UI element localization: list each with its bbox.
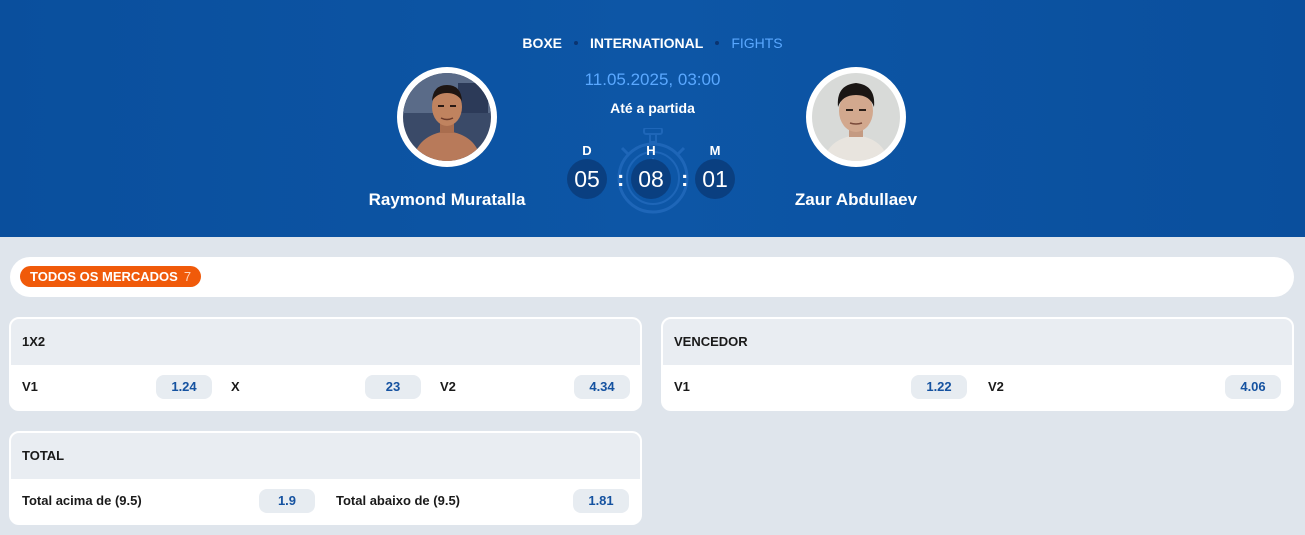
odd-button[interactable]: 4.34 xyxy=(574,375,630,399)
market-title[interactable]: VENCEDOR xyxy=(663,319,1292,365)
selection-v2[interactable]: V2 4.06 xyxy=(988,365,1283,409)
market-selections: V1 1.22 V2 4.06 xyxy=(663,365,1292,409)
countdown-minutes: M 01 xyxy=(695,128,735,199)
all-markets-label: TODOS OS MERCADOS xyxy=(30,269,178,284)
market-title[interactable]: 1X2 xyxy=(11,319,640,365)
odd-button[interactable]: 4.06 xyxy=(1225,375,1281,399)
selection-label: Total acima de (9.5) xyxy=(22,493,142,508)
all-markets-tab[interactable]: TODOS OS MERCADOS 7 xyxy=(20,266,202,287)
selection-v1[interactable]: V1 1.22 xyxy=(674,365,969,409)
minutes-label: M xyxy=(709,143,721,158)
odd-button[interactable]: 23 xyxy=(365,375,421,399)
event-date: 11.05.2025, 03:00 xyxy=(584,70,721,89)
days-value: 05 xyxy=(567,159,607,199)
selection-v1[interactable]: V1 1.24 xyxy=(22,365,212,409)
selection-label: V2 xyxy=(988,379,1004,394)
selection-v2[interactable]: V2 4.34 xyxy=(440,365,630,409)
odd-button[interactable]: 1.9 xyxy=(259,489,315,513)
hours-value: 08 xyxy=(631,159,671,199)
breadcrumb-league[interactable]: FIGHTS xyxy=(731,35,782,51)
market-title[interactable]: TOTAL xyxy=(11,433,640,479)
minutes-value: 01 xyxy=(695,159,735,199)
selection-label: V1 xyxy=(674,379,690,394)
odd-button[interactable]: 1.81 xyxy=(573,489,629,513)
countdown-caption: Até a partida xyxy=(610,100,695,116)
countdown-days: D 05 xyxy=(567,128,607,199)
breadcrumb-separator xyxy=(574,41,579,46)
selection-label: Total abaixo de (9.5) xyxy=(336,493,461,508)
away-fighter-name[interactable]: Zaur Abdullaev xyxy=(736,190,976,210)
market-selections: V1 1.24 X 23 V2 4.34 xyxy=(11,365,640,409)
odd-button[interactable]: 1.22 xyxy=(911,375,967,399)
breadcrumb-sport[interactable]: BOXE xyxy=(522,35,562,51)
odd-button[interactable]: 1.24 xyxy=(156,375,212,399)
countdown-separator: : xyxy=(617,166,625,191)
hours-label: H xyxy=(646,143,656,158)
countdown-timer: D 05 : H 08 : M 01 xyxy=(566,128,740,218)
countdown-separator: : xyxy=(681,166,689,191)
markets-count-badge: 7 xyxy=(183,269,192,284)
breadcrumb-country[interactable]: INTERNATIONAL xyxy=(590,35,703,51)
countdown-hours: H 08 xyxy=(631,128,671,199)
selection-label: V1 xyxy=(22,379,38,394)
market-card-total: TOTAL Total acima de (9.5) 1.9 Total aba… xyxy=(9,431,642,525)
selection-x[interactable]: X 23 xyxy=(231,365,421,409)
market-selections: Total acima de (9.5) 1.9 Total abaixo de… xyxy=(11,479,640,523)
selection-under[interactable]: Total abaixo de (9.5) 1.81 xyxy=(336,479,631,523)
event-header: BOXE INTERNATIONAL FIGHTS Raymond Muratall… xyxy=(0,0,1305,237)
home-fighter-name[interactable]: Raymond Muratalla xyxy=(327,190,567,210)
days-label: D xyxy=(582,143,592,158)
market-card-1x2: 1X2 V1 1.24 X 23 V2 4.34 xyxy=(9,317,642,411)
selection-over[interactable]: Total acima de (9.5) 1.9 xyxy=(22,479,317,523)
market-filter-bar: TODOS OS MERCADOS 7 xyxy=(10,257,1294,297)
selection-label: V2 xyxy=(440,379,456,394)
selection-label: X xyxy=(231,379,240,394)
market-card-winner: VENCEDOR V1 1.22 V2 4.06 xyxy=(661,317,1294,411)
breadcrumb: BOXE INTERNATIONAL FIGHTS xyxy=(0,34,1305,51)
breadcrumb-separator xyxy=(715,41,720,46)
